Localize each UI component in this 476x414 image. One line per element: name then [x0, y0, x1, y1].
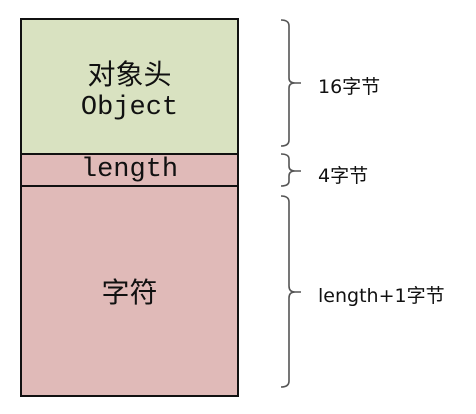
braces — [280, 19, 301, 388]
header-size-label: 16字节 — [318, 76, 381, 98]
brace-header — [280, 19, 301, 147]
brace-chars — [280, 195, 301, 388]
length-size-label: 4字节 — [318, 165, 369, 187]
brace-length — [280, 153, 301, 187]
chars-size-label: length+1字节 — [318, 285, 445, 307]
